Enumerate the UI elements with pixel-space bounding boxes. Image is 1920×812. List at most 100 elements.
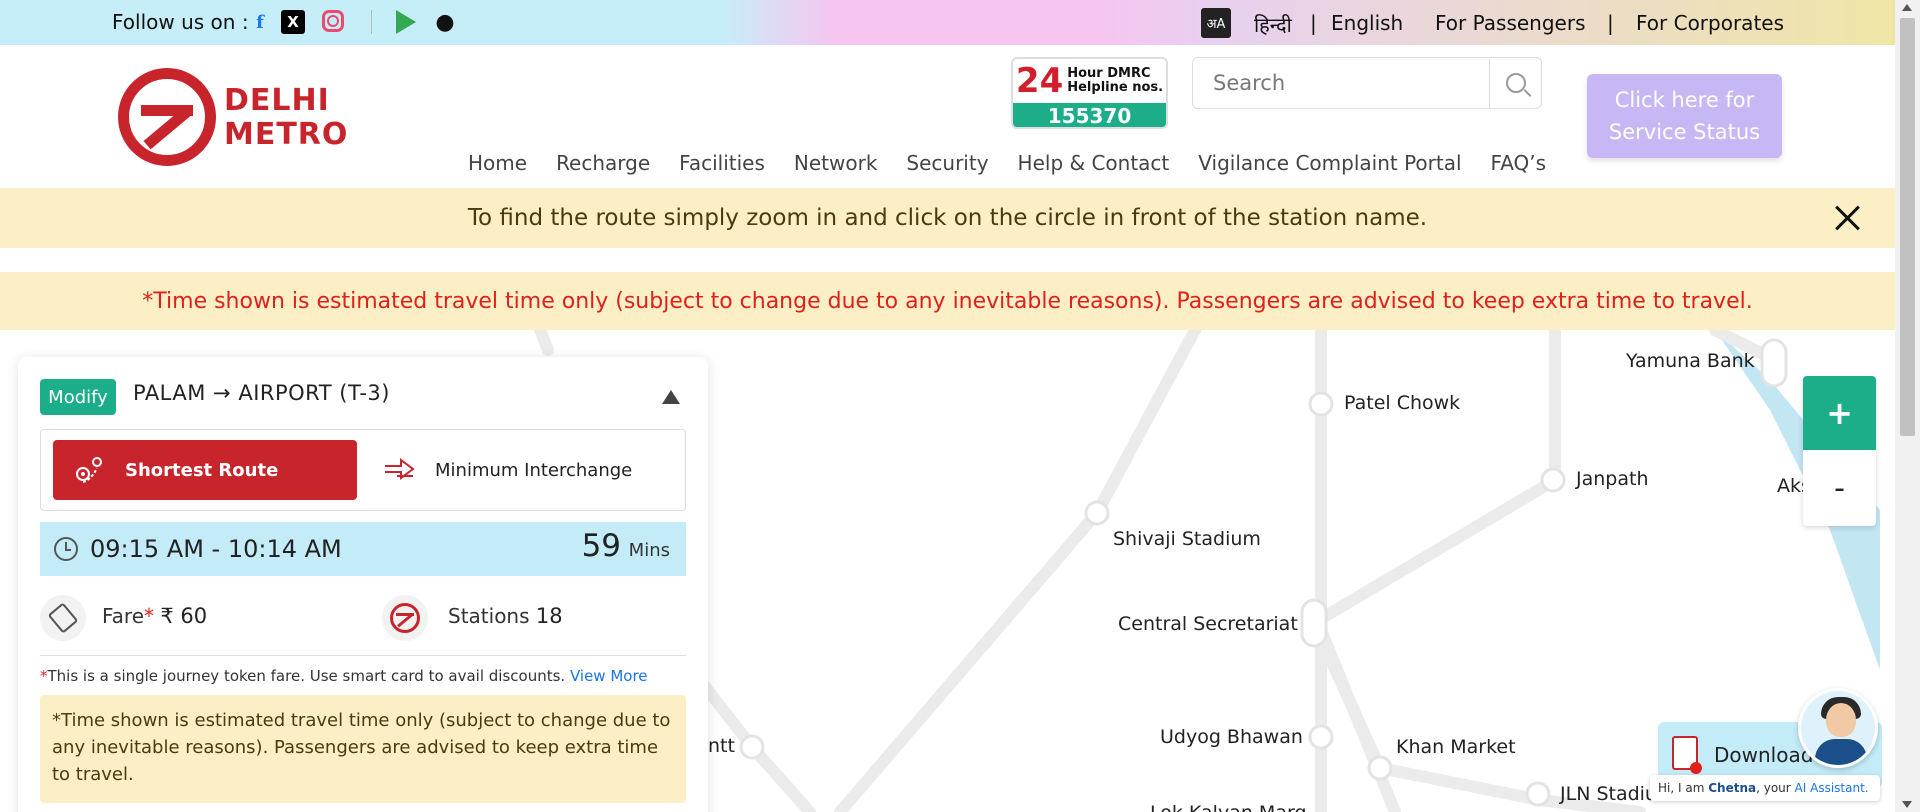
travel-time-bar: 09:15 AM - 10:14 AM 59 Mins [40,522,686,576]
chatbot-avatar[interactable] [1798,688,1878,768]
route-type-toggle: Shortest Route Minimum Interchange [40,429,686,511]
station-jln-stadium[interactable]: JLN Stadiu [1560,783,1657,805]
station-circle-central-secretariat [1300,598,1328,648]
station-janpath[interactable]: Janpath [1576,468,1648,490]
station-patel-chowk[interactable]: Patel Chowk [1344,392,1460,414]
language-english[interactable]: English [1331,11,1403,35]
zoom-out-button[interactable]: - [1803,450,1876,526]
apple-icon[interactable]: ● [433,10,457,35]
close-icon[interactable] [1833,204,1861,232]
route-to: AIRPORT (T-3) [238,381,390,405]
price-tag-icon [40,595,86,641]
station-circle-patel-chowk [1308,391,1334,417]
google-play-icon[interactable] [396,10,416,34]
translate-icon[interactable]: अA [1201,8,1231,38]
language-hindi[interactable]: हिन्दी [1254,11,1292,38]
minimum-interchange-button[interactable]: Minimum Interchange [381,440,671,500]
logo-line2: METRO [224,117,349,152]
zoom-hint-banner: To find the route simply zoom in and cli… [0,188,1895,248]
x-icon[interactable]: X [281,10,305,34]
facebook-icon[interactable]: f [248,10,272,34]
map-line [1374,762,1546,806]
duration: 59 Mins [582,528,670,564]
map-line [1315,624,1401,812]
service-status-button[interactable]: Click here for Service Status [1587,74,1782,158]
station-yamuna-bank[interactable]: Yamuna Bank [1626,350,1755,372]
stations-count: Stations 18 [448,604,563,628]
search-icon [1505,73,1526,93]
panel-time-notice: *Time shown is estimated travel time onl… [40,695,686,803]
station-circle-janpath [1540,467,1566,493]
helpline-badge[interactable]: 24 Hour DMRC Helpline nos. 155370 [1011,57,1168,129]
route-panel: Modify PALAM → AIRPORT (T-3) Shortest Ro… [18,357,708,812]
map-line [1308,474,1561,629]
nav-facilities[interactable]: Facilities [679,151,765,175]
station-circle-khan-market [1367,755,1393,781]
divider [40,655,686,656]
scroll-up-icon[interactable] [1902,4,1912,11]
zoom-hint-text: To find the route simply zoom in and cli… [467,205,1428,231]
clock-icon [54,537,78,561]
station-shivaji-stadium[interactable]: Shivaji Stadium [1113,528,1261,550]
metro-logo-icon [382,595,428,641]
logo-text[interactable]: DELHI METRO [224,84,348,152]
search-box [1192,57,1542,109]
download-label: Download [1714,743,1814,767]
shortest-route-button[interactable]: Shortest Route [53,440,357,500]
nav-help-contact[interactable]: Help & Contact [1018,151,1170,175]
duration-value: 59 [581,528,622,564]
fare-note: *This is a single journey token fare. Us… [40,667,648,685]
time-range: 09:15 AM - 10:14 AM [90,535,342,563]
minimum-interchange-label: Minimum Interchange [435,459,633,481]
helpline-24: 24 [1015,61,1064,101]
time-warning-text: *Time shown is estimated travel time onl… [142,288,1753,314]
divider: | [1310,11,1317,35]
modify-button[interactable]: Modify [40,379,116,415]
station-ntt[interactable]: ntt [708,735,735,757]
divider [371,10,372,34]
shortest-route-label: Shortest Route [125,459,279,481]
for-passengers-link[interactable]: For Passengers [1435,11,1586,35]
top-social-bar: Follow us on : f X ● अA हिन्दी | English… [0,0,1895,45]
station-udyog-bhawan[interactable]: Udyog Bhawan [1160,726,1303,748]
instagram-icon[interactable] [322,10,344,32]
station-lok-kalyan-marg[interactable]: Lok Kalyan Marg [1150,802,1307,812]
duration-unit: Mins [628,540,670,561]
search-input[interactable] [1193,71,1489,95]
helpline-text: Hour DMRC Helpline nos. [1067,66,1164,95]
station-circle-udyog-bhawan [1308,724,1334,750]
view-more-link[interactable]: View More [570,667,648,685]
station-khan-market[interactable]: Khan Market [1396,736,1516,758]
station-circle-ntt [739,734,765,760]
logo-line1: DELHI [224,83,330,118]
time-warning-banner: *Time shown is estimated travel time onl… [0,272,1895,330]
fare-value: ₹ 60 [160,604,208,628]
map-line [834,507,1103,812]
scrollbar-thumb[interactable] [1900,18,1915,436]
nav-recharge[interactable]: Recharge [556,151,650,175]
fare: Fare* ₹ 60 [102,604,208,628]
nav-faqs[interactable]: FAQ’s [1491,151,1547,175]
interchange-icon [385,458,415,480]
collapse-caret-icon[interactable] [662,390,680,404]
chatbot-greeting[interactable]: Hi, I am Chetna, your AI Assistant. [1650,775,1880,801]
nav-vigilance[interactable]: Vigilance Complaint Portal [1198,151,1461,175]
zoom-in-button[interactable]: + [1803,376,1876,450]
scrollbar[interactable] [1895,0,1920,812]
main-nav: Home Recharge Facilities Network Securit… [468,151,1546,175]
for-corporates-link[interactable]: For Corporates [1636,11,1784,35]
delhi-metro-logo-icon[interactable] [118,68,216,166]
helpline-number: 155370 [1013,103,1166,127]
station-circle-shivaji-stadium [1084,500,1110,526]
scroll-down-icon[interactable] [1902,801,1912,808]
nav-security[interactable]: Security [906,151,988,175]
nav-home[interactable]: Home [468,151,527,175]
route-title: PALAM → AIRPORT (T-3) [133,381,390,405]
zoom-controls: + - [1803,376,1876,526]
station-central-secretariat[interactable]: Central Secretariat [1118,613,1298,635]
map-line [534,330,554,356]
search-button[interactable] [1489,58,1541,108]
map-line [746,741,816,812]
follow-us-label: Follow us on : [112,10,249,34]
nav-network[interactable]: Network [794,151,878,175]
